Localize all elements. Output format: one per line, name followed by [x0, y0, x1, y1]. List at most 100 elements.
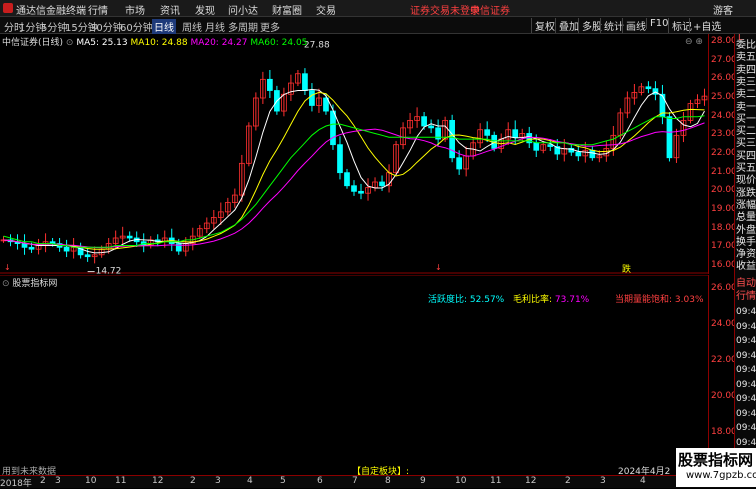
- side-label: 卖五: [736, 52, 756, 64]
- indicator-saturation: 当期量能饱和: 3.03%: [615, 292, 704, 305]
- candle-body: [351, 185, 357, 192]
- settings-icon[interactable]: ⊙: [66, 38, 74, 48]
- tool-button-5[interactable]: F10: [646, 18, 668, 29]
- side-label: 委比: [736, 40, 756, 51]
- legend-ma20: MA20: 24.27: [190, 38, 248, 48]
- tab-9[interactable]: 多周期: [228, 19, 258, 34]
- legend-ma10: MA10: 24.88: [130, 38, 188, 48]
- date-tick: 4: [247, 476, 253, 486]
- date-tick: 2: [565, 476, 571, 486]
- side-label: 买一: [736, 113, 756, 125]
- candle-body: [21, 243, 28, 248]
- candle-body: [575, 151, 582, 157]
- side-time: 09:47: [736, 437, 756, 448]
- menu-market[interactable]: 市场: [125, 2, 145, 17]
- price-tick: 22.00: [711, 148, 737, 158]
- indicator-activity-label: 活跃度比:: [428, 295, 468, 305]
- tool-button-1[interactable]: 叠加: [555, 18, 579, 33]
- signal-marker: ↓: [4, 263, 11, 272]
- side-label: 买二: [736, 126, 756, 138]
- side-label: 卖二: [736, 89, 756, 101]
- high-annotation: 27.88: [304, 41, 330, 51]
- candle-body: [666, 116, 673, 159]
- app-title: 通达信金融终端: [16, 6, 86, 17]
- tool-button-0[interactable]: 复权: [531, 18, 555, 33]
- indicator-name: 股票指标网: [12, 279, 58, 289]
- candle-body: [484, 129, 491, 136]
- indicator-settings-icon[interactable]: ⊙: [2, 279, 12, 289]
- indicator-margin-value: 73.71%: [554, 295, 590, 305]
- indicator-tick: 20.00: [711, 391, 737, 401]
- side-label: 卖四: [736, 64, 756, 76]
- indicator-tick: 26.00: [711, 283, 737, 293]
- tab-2[interactable]: 5分钟: [41, 19, 67, 34]
- side-label: 现价: [736, 175, 756, 187]
- menu-ask[interactable]: 问小达: [228, 2, 258, 17]
- tab-5[interactable]: 60分钟: [120, 19, 153, 34]
- indicator-axis: 26.00 24.00 22.00 20.00 18.00: [708, 275, 737, 475]
- tool-button-3[interactable]: 统计: [600, 18, 624, 33]
- price-tick: 23.00: [711, 129, 737, 140]
- side-label: 涨跌: [736, 187, 756, 199]
- price-tick: 25.00: [711, 92, 737, 102]
- date-tick: 10: [85, 476, 97, 486]
- candle-body: [428, 125, 434, 129]
- price-axis: 28.00 27.00 26.00 25.00 24.00 23.00 22.00 21.00…: [708, 34, 737, 274]
- app-logo-icon: [3, 3, 13, 13]
- side-time: 09:47: [736, 350, 756, 361]
- menu-discover[interactable]: 发现: [195, 2, 215, 17]
- broker-name[interactable]: 中信证券: [470, 2, 510, 17]
- tool-button-2[interactable]: 多股: [578, 18, 602, 33]
- tool-button-4[interactable]: 画线: [622, 18, 646, 33]
- kline-chart[interactable]: 27.88 14.72 ↓ ↓ 跌: [0, 34, 708, 274]
- menu-trade[interactable]: 交易: [316, 2, 336, 17]
- title-bar: [0, 0, 756, 17]
- tab-8[interactable]: 月线: [205, 19, 225, 34]
- menu-wealth[interactable]: 财富圈: [272, 2, 302, 17]
- date-tick: 12: [525, 476, 537, 486]
- tab-10[interactable]: 更多: [260, 19, 280, 34]
- price-tick: 19.00: [711, 204, 737, 214]
- date-tick: 3: [55, 476, 61, 486]
- date-tick: 2: [40, 476, 46, 486]
- tab-4[interactable]: 30分钟: [90, 19, 123, 34]
- menu-news[interactable]: 资讯: [160, 2, 180, 17]
- chart-controls-icon[interactable]: ⊖ ⊕: [685, 37, 703, 47]
- side-label: 换手: [736, 236, 756, 248]
- candle-body: [302, 73, 308, 91]
- tab-7[interactable]: 周线: [182, 19, 202, 34]
- date-tick: 3: [215, 476, 221, 486]
- side-label: 总量: [736, 212, 756, 224]
- side-bottom-label[interactable]: 行情: [736, 291, 756, 303]
- candle-body: [63, 246, 70, 252]
- guest-user[interactable]: 游客: [713, 2, 733, 17]
- indicator-chart[interactable]: [0, 275, 708, 475]
- indicator-activity-value: 52.57%: [469, 295, 505, 305]
- side-time: 09:47: [736, 365, 756, 375]
- ma-legend: 中信证券(日线) ⊙ MA5: 25.13 MA10: 24.88 MA20: …: [2, 35, 307, 48]
- candle-body: [449, 120, 455, 159]
- side-label: 涨幅: [736, 199, 756, 211]
- watermark-url: www.7gpzb.com: [686, 470, 756, 481]
- tool-button-7[interactable]: +自选: [689, 18, 721, 33]
- indicator-tick: 24.00: [711, 319, 737, 329]
- price-tick: 16.00: [711, 260, 737, 270]
- side-label: 买四: [736, 150, 756, 162]
- side-label: 卖一: [736, 101, 756, 113]
- date-tick: 12: [152, 476, 164, 486]
- candle-body: [309, 90, 315, 106]
- date-tick: 9: [420, 476, 426, 486]
- stock-name: 中信证券(日线): [2, 38, 64, 48]
- side-time: 09:47: [736, 408, 756, 419]
- menu-quotes[interactable]: 行情: [88, 2, 108, 17]
- indicator-margin-label: 毛利比率:: [513, 295, 553, 305]
- candle-body: [267, 78, 273, 91]
- candle-body: [645, 86, 652, 90]
- indicator-saturation-label: 当期量能饱和:: [615, 295, 673, 305]
- side-bottom-label[interactable]: 自动: [736, 278, 756, 290]
- price-tick: 28.00: [711, 36, 737, 46]
- side-time: 09:47: [736, 307, 756, 317]
- tab-6[interactable]: 日线: [152, 19, 176, 34]
- side-time: 09:47: [736, 379, 756, 390]
- date-tick: 5: [280, 476, 286, 486]
